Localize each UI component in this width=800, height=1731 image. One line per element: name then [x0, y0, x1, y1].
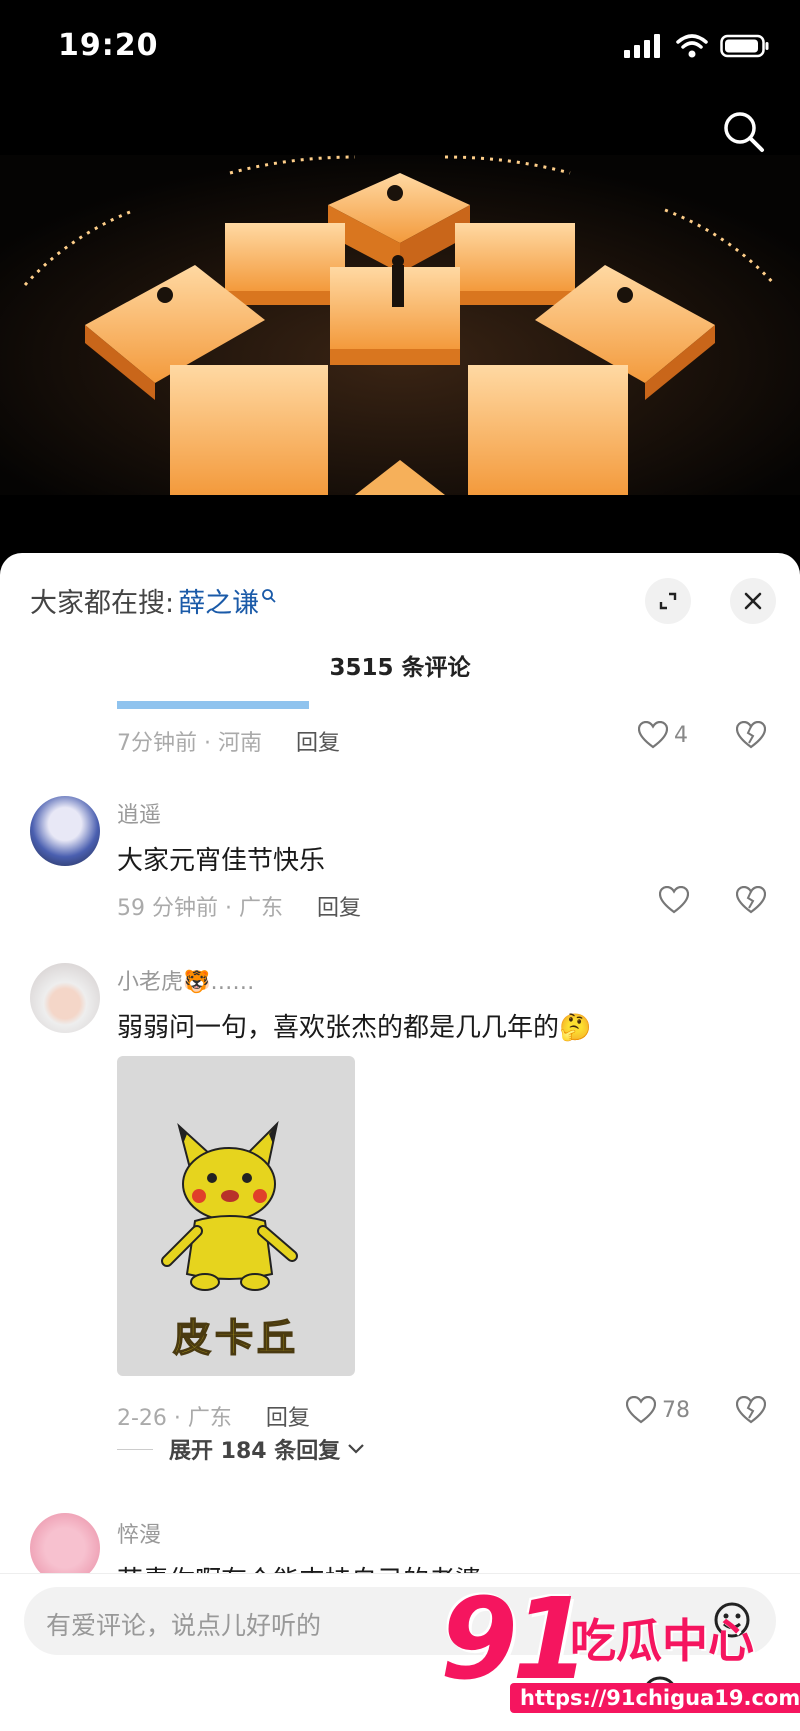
comment-username[interactable]: 悴漫	[117, 1517, 161, 1549]
reply-button[interactable]: 回复	[317, 890, 361, 922]
comment-meta: 59 分钟前 · 广东 回复	[117, 890, 361, 922]
stage-video-frame	[0, 155, 800, 495]
close-sheet-button[interactable]	[730, 578, 776, 624]
video-player[interactable]	[0, 155, 800, 495]
comment-meta: 2-26 · 广东 回复	[117, 1400, 310, 1432]
broken-heart-icon[interactable]	[736, 721, 766, 749]
watermark-url: https://91chigua19.com	[510, 1683, 800, 1713]
avatar[interactable]	[30, 963, 100, 1033]
status-icons	[624, 34, 770, 58]
divider	[117, 1448, 153, 1450]
watermark-logo: 91 吃瓜中心 https://91chigua19.com	[440, 1575, 800, 1725]
avatar[interactable]	[30, 796, 100, 866]
reply-button[interactable]: 回复	[266, 1400, 310, 1432]
comment-image[interactable]: 皮卡丘	[117, 1056, 355, 1376]
battery-icon	[720, 34, 769, 58]
heart-icon	[626, 1396, 656, 1424]
heart-icon	[659, 886, 689, 914]
expand-replies-button[interactable]: 展开 184 条回复	[117, 1433, 366, 1465]
broken-heart-icon[interactable]	[736, 1396, 766, 1424]
comment-time: 2-26 · 广东	[117, 1406, 232, 1431]
heart-icon	[638, 721, 668, 749]
comment-text: 大家元宵佳节快乐	[117, 846, 326, 876]
small-search-icon	[262, 588, 276, 603]
comment-input-placeholder: 有爱评论，说点儿好听的	[46, 1611, 322, 1640]
close-icon	[744, 592, 762, 610]
broken-heart-icon[interactable]	[736, 886, 766, 914]
like-button[interactable]	[659, 886, 689, 914]
hot-search[interactable]: 大家都在搜: 薛之谦	[30, 581, 277, 620]
status-time: 19:20	[58, 28, 159, 63]
expand-sheet-button[interactable]	[645, 578, 691, 624]
search-icon[interactable]	[720, 108, 768, 156]
comment-meta: 7分钟前 · 河南 回复	[117, 725, 340, 757]
like-count: 78	[662, 1397, 690, 1423]
signal-icon	[624, 34, 660, 58]
expand-replies-label: 展开 184 条回复	[169, 1439, 341, 1464]
chevron-down-icon	[348, 1444, 365, 1454]
comment-username[interactable]: 小老虎🐯……	[117, 964, 254, 996]
comment-username[interactable]: 逍遥	[117, 797, 161, 829]
comment-image-partial[interactable]	[117, 701, 309, 709]
expand-icon	[659, 592, 677, 610]
reply-button[interactable]: 回复	[296, 725, 340, 757]
status-bar: 19:20	[0, 0, 800, 100]
hot-search-keyword[interactable]: 薛之谦	[178, 581, 259, 620]
comment-sheet: 大家都在搜: 薛之谦 3515 条评论 7分钟前 · 河南 回复 4 逍遥 大家…	[0, 553, 800, 1731]
watermark-text: 吃瓜中心	[570, 1614, 754, 1668]
like-button[interactable]: 4	[638, 721, 688, 749]
wifi-icon	[676, 34, 708, 58]
comment-text: 弱弱问一句，喜欢张杰的都是几几年的🤔	[117, 1013, 592, 1043]
like-count: 4	[674, 722, 688, 748]
comment-time: 7分钟前 · 河南	[117, 731, 262, 756]
like-button[interactable]: 78	[626, 1396, 690, 1424]
comment-count: 3515 条评论	[329, 655, 471, 681]
hot-search-prefix: 大家都在搜:	[30, 588, 175, 619]
comment-time: 59 分钟前 · 广东	[117, 896, 283, 921]
image-caption: 皮卡丘	[172, 1315, 299, 1361]
